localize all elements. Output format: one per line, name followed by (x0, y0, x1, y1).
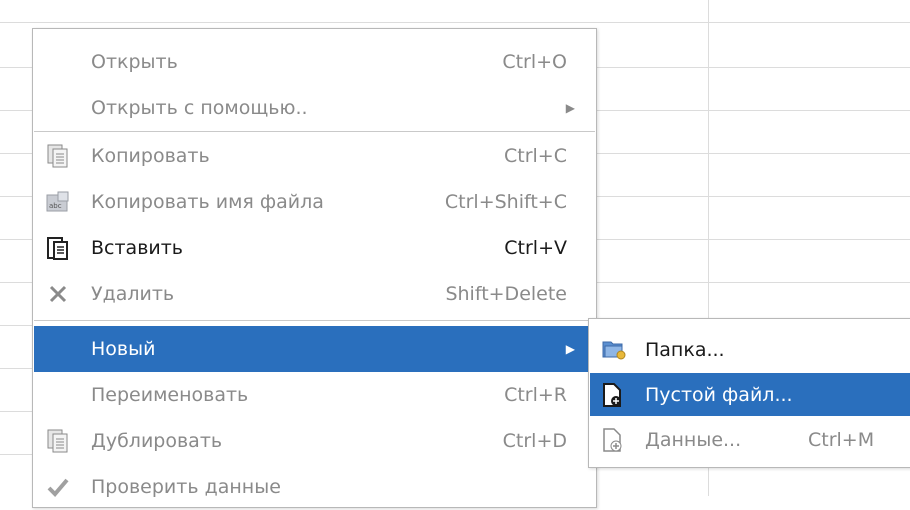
menu-item-copy[interactable]: Копировать Ctrl+C (34, 133, 595, 179)
submenu-item-folder[interactable]: Папка... (590, 328, 910, 371)
menu-separator (34, 320, 595, 321)
menu-item-label: Переименовать (91, 384, 249, 406)
menu-item-open[interactable]: Открыть Ctrl+O (34, 39, 595, 85)
menu-item-label: Дублировать (91, 430, 223, 452)
menu-item-label: Новый (91, 338, 156, 360)
new-file-icon (602, 382, 626, 407)
menu-item-label: Копировать имя файла (91, 191, 324, 213)
submenu-item-data[interactable]: Данные... Ctrl+M (590, 418, 910, 461)
menu-item-copy-filename[interactable]: abc Копировать имя файла Ctrl+Shift+C (34, 179, 595, 225)
menu-item-label: Копировать (91, 145, 210, 167)
menu-item-check-data[interactable]: Проверить данные (34, 464, 595, 510)
menu-item-rename[interactable]: Переименовать Ctrl+R (34, 372, 595, 418)
context-menu: Открыть Ctrl+O Открыть с помощью.. ▶ Коп… (32, 28, 597, 508)
submenu-arrow-icon: ▶ (565, 342, 575, 356)
menu-item-open-with[interactable]: Открыть с помощью.. ▶ (34, 85, 595, 131)
submenu-item-empty-file[interactable]: Пустой файл... (590, 373, 910, 416)
delete-icon (46, 282, 70, 306)
menu-item-shortcut: Ctrl+O (502, 51, 567, 73)
menu-item-duplicate[interactable]: Дублировать Ctrl+D (34, 418, 595, 464)
menu-item-shortcut: Ctrl+D (502, 430, 567, 452)
copy-icon (46, 144, 70, 168)
menu-item-shortcut: Ctrl+C (504, 145, 567, 167)
submenu-item-label: Пустой файл... (645, 383, 793, 406)
check-icon (46, 475, 70, 499)
menu-item-shortcut: Ctrl+R (504, 384, 567, 406)
submenu-item-shortcut: Ctrl+M (808, 428, 875, 451)
menu-item-shortcut: Shift+Delete (445, 283, 567, 305)
menu-separator (34, 131, 595, 132)
menu-item-paste[interactable]: Вставить Ctrl+V (34, 225, 595, 271)
menu-item-new[interactable]: Новый ▶ (34, 326, 595, 372)
submenu-item-label: Данные... (645, 428, 742, 451)
menu-item-shortcut: Ctrl+Shift+C (444, 191, 567, 213)
menu-item-shortcut: Ctrl+V (504, 237, 567, 259)
menu-item-delete[interactable]: Удалить Shift+Delete (34, 271, 595, 317)
menu-item-label: Удалить (91, 283, 175, 305)
menu-item-label: Вставить (91, 237, 184, 259)
folder-icon (602, 338, 626, 362)
duplicate-icon (46, 429, 70, 453)
submenu-arrow-icon: ▶ (565, 101, 575, 115)
menu-item-label: Открыть с помощью.. (91, 97, 308, 119)
menu-item-label: Проверить данные (91, 476, 281, 498)
new-data-icon (602, 427, 626, 452)
svg-text:abc: abc (49, 202, 62, 210)
submenu-new: Папка... Пустой файл... Данные... Ctrl+M (588, 318, 910, 468)
menu-item-label: Открыть (91, 51, 178, 73)
copy-filename-icon: abc (46, 190, 70, 214)
submenu-item-label: Папка... (645, 338, 725, 361)
paste-icon (46, 236, 70, 260)
